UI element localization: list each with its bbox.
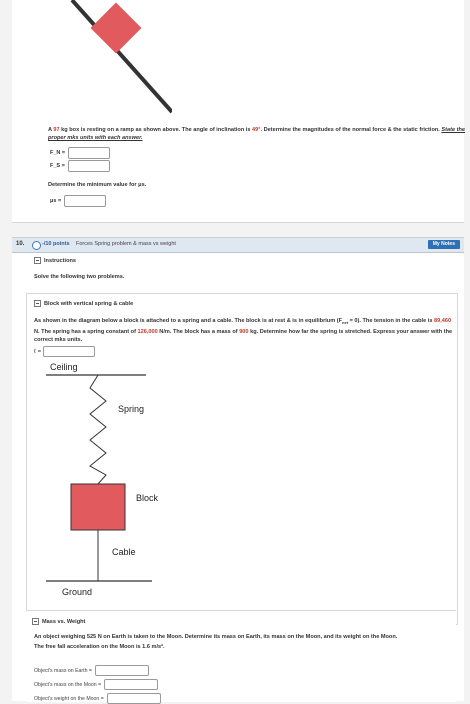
mass-earth-row: Object's mass on Earth = — [34, 665, 149, 676]
question-points[interactable]: -/10 points — [42, 241, 70, 247]
my-notes-button[interactable]: My Notes — [427, 240, 460, 249]
mass-weight-heading[interactable]: Mass vs. Weight — [32, 618, 85, 625]
normal-force-label: F_N = — [50, 150, 66, 156]
friction-row: F_S = — [50, 160, 110, 172]
block-problem-text: As shown in the diagram below a block is… — [34, 318, 453, 344]
instructions-text: Solve the following two problems. — [34, 274, 125, 280]
mu-input[interactable] — [64, 195, 107, 207]
mu-label: μs = — [50, 198, 62, 204]
mass-moon-label: Object's mass on the Moon = — [34, 681, 102, 688]
mass-moon-input[interactable] — [104, 679, 159, 690]
collapse-icon[interactable] — [34, 300, 41, 307]
cable-label: Cable — [112, 547, 136, 557]
stretch-label: ℓ = — [34, 348, 42, 355]
determine-mu-text: Determine the minimum value for μs. — [48, 182, 147, 188]
block-problem-heading[interactable]: Block with vertical spring & cable — [34, 300, 133, 307]
mass-weight-text: An object weighing 525 N on Earth is tak… — [34, 634, 398, 650]
question-tags: Forces Spring problem & mass vs weight — [76, 241, 176, 247]
ceiling-label: Ceiling — [50, 362, 78, 372]
instructions-heading[interactable]: Instructions — [34, 257, 76, 264]
question-header: 10. -/10 points Forces Spring problem & … — [12, 238, 464, 253]
weight-moon-row: Object's weight on the Moon = — [34, 693, 161, 704]
ramp-question-text: A 97 kg box is resting on a ramp as show… — [48, 127, 466, 141]
mass-earth-label: Object's mass on Earth = — [34, 667, 92, 674]
normal-force-row: F_N = — [50, 147, 111, 159]
block-label: Block — [136, 493, 159, 503]
mu-row: μs = — [50, 195, 107, 207]
static-friction-input[interactable] — [67, 160, 110, 172]
weight-moon-label: Object's weight on the Moon = — [34, 695, 104, 702]
mass-earth-input[interactable] — [94, 665, 149, 676]
collapse-icon[interactable] — [34, 257, 41, 264]
question-number: 10. — [16, 241, 25, 247]
stretch-answer-row: ℓ = — [34, 346, 96, 357]
weight-moon-input[interactable] — [106, 693, 161, 704]
mass-moon-row: Object's mass on the Moon = — [34, 679, 159, 690]
stretch-input[interactable] — [43, 346, 96, 357]
ground-label: Ground — [62, 587, 92, 597]
block-shape — [70, 483, 126, 531]
spring-block-diagram: Ceiling Spring Block Cable Ground — [46, 362, 159, 597]
ramp-diagram — [70, 0, 172, 114]
question-panel: 10. -/10 points Forces Spring problem & … — [12, 237, 464, 704]
collapse-icon[interactable] — [32, 618, 39, 625]
ramp-box — [90, 2, 142, 54]
previous-problem-panel: A 97 kg box is resting on a ramp as show… — [12, 0, 465, 223]
normal-force-input[interactable] — [68, 147, 111, 159]
status-icon — [32, 241, 41, 250]
spring-coil — [89, 374, 107, 485]
spring-label: Spring — [118, 404, 144, 414]
friction-label: F_S = — [50, 163, 65, 169]
